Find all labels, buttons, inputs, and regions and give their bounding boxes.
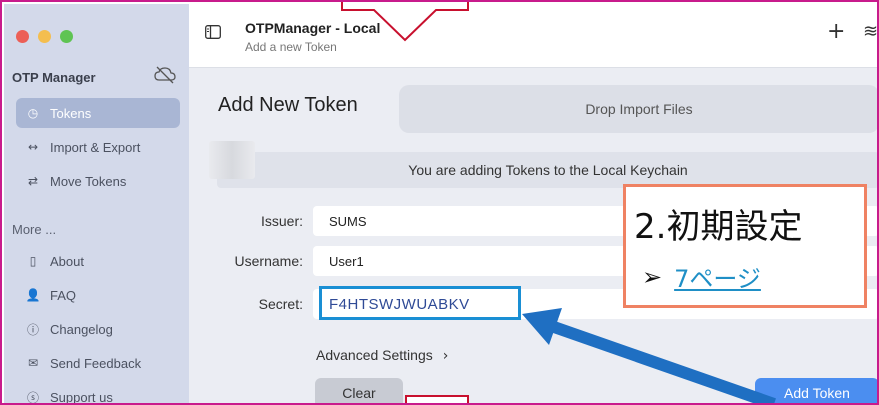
mail-icon: ✉ — [27, 356, 39, 370]
chevron-right-icon: › — [442, 348, 449, 364]
sidebar-section-title: OTP Manager — [12, 70, 96, 85]
minimize-window-button[interactable] — [38, 30, 51, 43]
sidebar-item-label: Move Tokens — [50, 173, 127, 189]
sidebar: OTP Manager ◷ Tokens ↔ Import & Export ⇄… — [4, 4, 189, 405]
clear-button[interactable]: Clear — [315, 378, 403, 403]
drop-import-zone[interactable]: Drop Import Files — [399, 85, 877, 133]
screenshot-frame: OTP Manager ◷ Tokens ↔ Import & Export ⇄… — [0, 0, 879, 405]
sliders-icon[interactable]: ≋ — [863, 21, 877, 42]
sidebar-item-faq[interactable]: 👤 FAQ — [16, 280, 180, 310]
sidebar-item-changelog[interactable]: ⓘ Changelog — [16, 314, 180, 344]
move-icon: ⇄ — [27, 174, 39, 188]
advanced-settings-toggle[interactable]: Advanced Settings › — [316, 347, 448, 364]
callout-box: 2.初期設定 ➢ 7ページ — [623, 184, 867, 308]
window-controls — [16, 30, 73, 43]
sidebar-item-support-us[interactable]: ⓢ Support us — [16, 382, 180, 405]
issuer-label: Issuer: — [260, 213, 303, 229]
sidebar-item-label: Changelog — [50, 321, 113, 337]
dollar-icon: ⓢ — [26, 390, 39, 405]
secret-highlight-box — [319, 286, 521, 320]
arrows-icon: ↔ — [27, 140, 39, 154]
sidebar-item-label: Send Feedback — [50, 355, 142, 371]
secret-label: Secret: — [258, 296, 303, 312]
sidebar-item-import-export[interactable]: ↔ Import & Export — [16, 132, 180, 162]
sidebar-item-label: About — [50, 253, 84, 269]
add-token-button[interactable]: Add Token — [755, 378, 877, 403]
sidebar-item-label: Support us — [50, 389, 113, 405]
panel-icon: ▯ — [29, 254, 37, 268]
cloud-off-icon[interactable] — [154, 66, 176, 84]
sidebar-item-about[interactable]: ▯ About — [16, 246, 180, 276]
window-subtitle: Add a new Token — [245, 40, 337, 54]
person-question-icon: 👤 — [25, 288, 41, 302]
page-reference-link[interactable]: 7ページ — [674, 259, 761, 294]
keychain-notice: You are adding Tokens to the Local Keych… — [217, 152, 877, 188]
sidebar-toggle-icon[interactable] — [205, 25, 221, 39]
sidebar-item-tokens[interactable]: ◷ Tokens — [16, 98, 180, 128]
zoom-window-button[interactable] — [60, 30, 73, 43]
blurred-region — [209, 141, 255, 179]
title-bar: OTPManager - Local Add a new Token + ≋ — [189, 4, 877, 68]
username-label: Username: — [234, 253, 303, 269]
callout-title: 2.初期設定 — [634, 207, 803, 247]
info-icon: ⓘ — [26, 322, 39, 337]
sidebar-item-send-feedback[interactable]: ✉ Send Feedback — [16, 348, 180, 378]
sidebar-item-label: Import & Export — [50, 139, 141, 155]
bullet-arrow-icon: ➢ — [642, 262, 663, 291]
plus-icon[interactable]: + — [827, 19, 845, 44]
window-title: OTPManager - Local — [245, 20, 381, 36]
close-window-button[interactable] — [16, 30, 29, 43]
issuer-value: SUMS — [329, 213, 367, 229]
sidebar-item-move-tokens[interactable]: ⇄ Move Tokens — [16, 166, 180, 196]
username-value: User1 — [329, 253, 364, 269]
sidebar-item-label: Tokens — [50, 105, 92, 121]
callout-reference: ➢ 7ページ — [642, 259, 761, 294]
advanced-settings-label: Advanced Settings — [316, 347, 433, 363]
sidebar-more-title: More ... — [12, 222, 57, 237]
page-title: Add New Token — [218, 94, 358, 116]
timer-icon: ◷ — [27, 106, 39, 120]
sidebar-item-label: FAQ — [50, 287, 77, 303]
